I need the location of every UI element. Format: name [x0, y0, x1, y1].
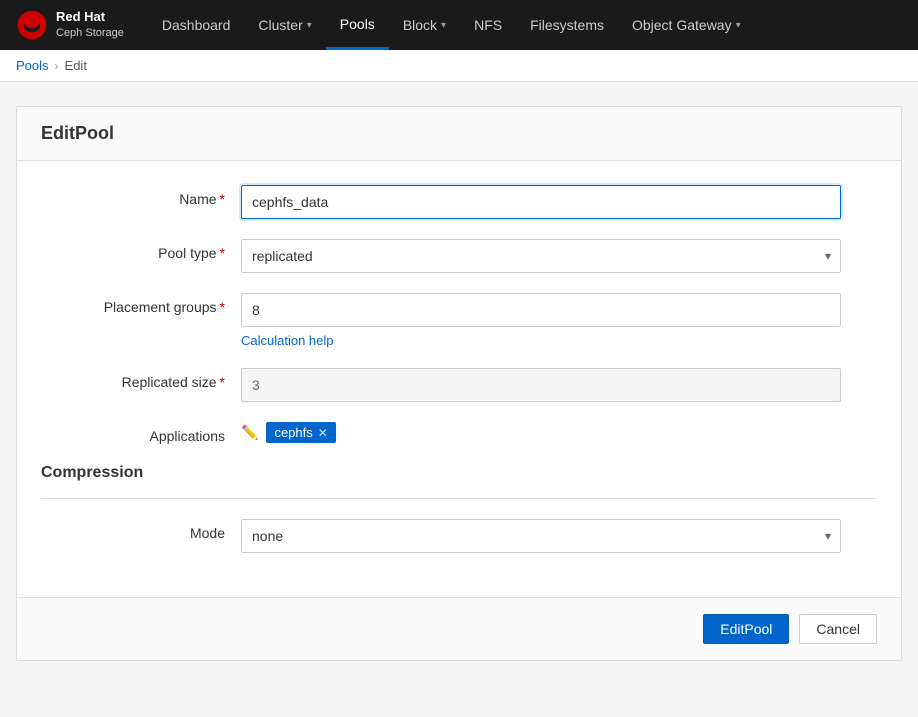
editpool-submit-button[interactable]: EditPool — [703, 614, 789, 644]
nav-item-nfs[interactable]: NFS — [460, 0, 516, 50]
cancel-button[interactable]: Cancel — [799, 614, 877, 644]
required-indicator: * — [220, 191, 225, 207]
brand-text: Red Hat Ceph Storage — [56, 9, 124, 40]
required-indicator: * — [220, 299, 225, 315]
nav-item-cluster[interactable]: Cluster ▾ — [244, 0, 325, 50]
breadcrumb-pools-link[interactable]: Pools — [16, 58, 49, 73]
replicated-size-control-wrap — [241, 368, 841, 402]
replicated-size-label: Replicated size* — [41, 368, 241, 390]
applications-wrap: ✏️ cephfs ✕ — [241, 422, 841, 443]
redhat-logo — [16, 9, 48, 41]
name-input[interactable] — [241, 185, 841, 219]
application-tag-cephfs: cephfs ✕ — [266, 422, 335, 443]
applications-field-group: Applications ✏️ cephfs ✕ — [41, 422, 877, 444]
nav-item-filesystems[interactable]: Filesystems — [516, 0, 618, 50]
chevron-down-icon: ▾ — [307, 20, 312, 31]
brand: Red Hat Ceph Storage — [16, 9, 124, 41]
replicated-size-input[interactable] — [241, 368, 841, 402]
mode-select-wrap: none passive aggressive force ▾ — [241, 519, 841, 553]
chevron-down-icon: ▾ — [441, 20, 446, 31]
required-indicator: * — [220, 245, 225, 261]
compression-section: Compression — [41, 464, 877, 499]
edit-pencil-icon[interactable]: ✏️ — [241, 424, 258, 441]
name-label: Name* — [41, 185, 241, 207]
pool-type-label: Pool type* — [41, 239, 241, 261]
placement-groups-field-group: Placement groups* Calculation help — [41, 293, 877, 348]
mode-field-group: Mode none passive aggressive force ▾ — [41, 519, 877, 553]
edit-pool-card: EditPool Name* Pool type* — [16, 106, 902, 661]
breadcrumb-current: Edit — [65, 58, 87, 73]
nav-item-pools[interactable]: Pools — [326, 0, 389, 50]
mode-control-wrap: none passive aggressive force ▾ — [241, 519, 841, 553]
applications-control-wrap: ✏️ cephfs ✕ — [241, 422, 841, 443]
nav-menu: Dashboard Cluster ▾ Pools Block ▾ NFS Fi… — [148, 0, 755, 50]
breadcrumb: Pools › Edit — [0, 50, 918, 82]
replicated-size-field-group: Replicated size* — [41, 368, 877, 402]
nav-item-block[interactable]: Block ▾ — [389, 0, 460, 50]
page-title: EditPool — [41, 123, 114, 143]
tag-close-button[interactable]: ✕ — [318, 426, 328, 440]
compression-section-title: Compression — [41, 464, 877, 499]
calculation-help-link[interactable]: Calculation help — [241, 333, 334, 348]
name-control-wrap — [241, 185, 841, 219]
pool-type-control-wrap: replicated erasure ▾ — [241, 239, 841, 273]
breadcrumb-separator: › — [55, 59, 59, 73]
nav-item-dashboard[interactable]: Dashboard — [148, 0, 245, 50]
nav-item-object-gateway[interactable]: Object Gateway ▾ — [618, 0, 755, 50]
pool-type-select[interactable]: replicated erasure — [241, 239, 841, 273]
placement-groups-control-wrap: Calculation help — [241, 293, 841, 348]
main-content: EditPool Name* Pool type* — [0, 82, 918, 685]
pool-type-field-group: Pool type* replicated erasure ▾ — [41, 239, 877, 273]
required-indicator: * — [220, 374, 225, 390]
card-body: Name* Pool type* replicated erasure — [17, 161, 901, 597]
pool-type-select-wrap: replicated erasure ▾ — [241, 239, 841, 273]
mode-label: Mode — [41, 519, 241, 541]
card-footer: EditPool Cancel — [17, 597, 901, 660]
name-field-group: Name* — [41, 185, 877, 219]
placement-groups-input[interactable] — [241, 293, 841, 327]
mode-select[interactable]: none passive aggressive force — [241, 519, 841, 553]
card-header: EditPool — [17, 107, 901, 161]
placement-groups-label: Placement groups* — [41, 293, 241, 315]
applications-label: Applications — [41, 422, 241, 444]
chevron-down-icon: ▾ — [736, 20, 741, 31]
top-navbar: Red Hat Ceph Storage Dashboard Cluster ▾… — [0, 0, 918, 50]
